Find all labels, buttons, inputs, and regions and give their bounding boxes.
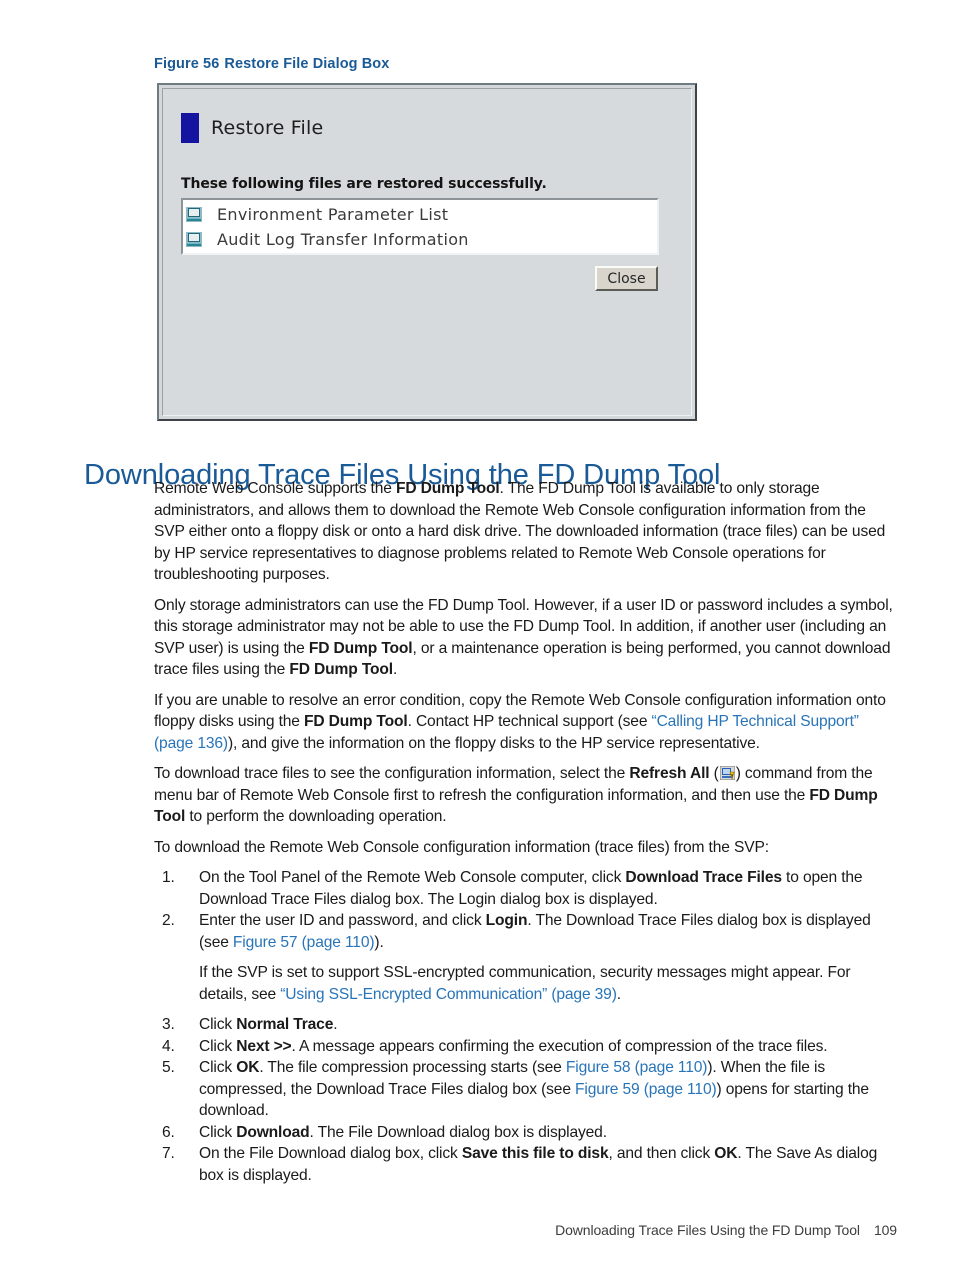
text-fragment: Click — [199, 1016, 237, 1033]
step-2-note: If the SVP is set to support SSL-encrypt… — [199, 962, 897, 1005]
body-content: Remote Web Console supports the FD Dump … — [154, 478, 897, 1186]
bold-term: OK — [714, 1145, 738, 1162]
page-footer: Downloading Trace Files Using the FD Dum… — [0, 1222, 954, 1238]
step-3: Click Normal Trace. — [154, 1014, 897, 1036]
dialog-title-row: Restore File — [181, 113, 323, 143]
dialog-color-swatch-icon — [181, 113, 199, 143]
step-4: Click Next >>. A message appears confirm… — [154, 1036, 897, 1058]
cross-reference-link-figure-58[interactable]: Figure 58 (page 110) — [566, 1059, 708, 1076]
footer-page-number: 109 — [873, 1222, 897, 1238]
text-fragment: Remote Web Console supports the — [154, 480, 396, 497]
text-fragment: , and then click — [608, 1145, 715, 1162]
procedure-step-list: On the Tool Panel of the Remote Web Cons… — [154, 867, 897, 1186]
cross-reference-link-figure-57[interactable]: Figure 57 (page 110) — [233, 934, 375, 951]
text-fragment: Click — [199, 1123, 237, 1141]
dialog-title: Restore File — [211, 117, 324, 139]
text-fragment: . The File Download dialog box is displa… — [309, 1123, 608, 1141]
dialog-inner-panel: Restore File These following files are r… — [162, 88, 692, 416]
file-name: Environment Parameter List — [217, 205, 449, 224]
restored-files-list[interactable]: Environment Parameter List Audit Log Tra… — [181, 198, 659, 255]
monitor-icon — [186, 232, 202, 247]
dialog-message: These following files are restored succe… — [181, 176, 547, 192]
text-fragment: to perform the downloading operation. — [185, 808, 447, 825]
step-7: On the File Download dialog box, click S… — [154, 1143, 897, 1186]
list-item[interactable]: Audit Log Transfer Information — [186, 227, 657, 252]
paragraph-2: Only storage administrators can use the … — [154, 595, 897, 681]
file-name: Audit Log Transfer Information — [217, 230, 469, 249]
text-fragment: ( — [709, 765, 719, 782]
text-fragment: . The file compression processing starts… — [259, 1059, 566, 1076]
footer-section-title: Downloading Trace Files Using the FD Dum… — [555, 1222, 860, 1238]
step-6: Click Download. The File Download dialog… — [154, 1122, 897, 1144]
bold-term: FD Dump Tool — [395, 480, 500, 497]
list-item[interactable]: Environment Parameter List — [186, 202, 657, 227]
text-fragment: To download trace files to see the confi… — [154, 765, 630, 782]
monitor-icon — [186, 207, 202, 222]
text-fragment: . — [616, 985, 621, 1003]
text-fragment: Click — [199, 1059, 237, 1076]
text-fragment: On the File Download dialog box, click — [199, 1145, 462, 1162]
close-button[interactable]: Close — [595, 266, 658, 291]
text-fragment: Click — [199, 1037, 237, 1055]
text-fragment: . — [392, 661, 398, 678]
bold-term: FD Dump Tool — [289, 661, 393, 678]
figure-caption: Figure 56 Restore File Dialog Box — [154, 56, 389, 72]
cross-reference-link-figure-59[interactable]: Figure 59 (page 110) — [575, 1081, 717, 1098]
bold-term: FD Dump Tool — [303, 713, 408, 730]
text-fragment: . Contact HP technical support (see — [407, 713, 652, 730]
refresh-all-icon — [719, 765, 736, 781]
text-fragment: ). — [374, 933, 384, 951]
bold-term: Next >> — [236, 1037, 292, 1055]
restore-file-dialog: Restore File These following files are r… — [157, 83, 697, 421]
text-fragment: Enter the user ID and password, and clic… — [199, 912, 486, 929]
bold-term: Normal Trace — [236, 1016, 334, 1033]
figure-title: Restore File Dialog Box — [224, 56, 390, 72]
step-2: Enter the user ID and password, and clic… — [154, 910, 897, 1005]
text-fragment: On the Tool Panel of the Remote Web Cons… — [199, 869, 626, 886]
text-fragment: ), and give the information on the flopp… — [227, 734, 760, 752]
bold-term: FD Dump Tool — [308, 639, 413, 657]
bold-term: Save this file to disk — [461, 1145, 609, 1162]
bold-term: OK — [236, 1059, 260, 1076]
bold-term: Download Trace Files — [625, 869, 782, 886]
step-5: Click OK. The file compression processin… — [154, 1057, 897, 1122]
bold-term: Download — [236, 1123, 310, 1141]
figure-number: Figure 56 — [154, 56, 220, 72]
text-fragment: . — [333, 1016, 338, 1033]
bold-term: Login — [485, 912, 528, 929]
paragraph-3: If you are unable to resolve an error co… — [154, 690, 897, 755]
bold-term: Refresh All — [629, 765, 710, 782]
document-page: Figure 56 Restore File Dialog Box Restore… — [0, 0, 954, 1271]
step-1: On the Tool Panel of the Remote Web Cons… — [154, 867, 897, 910]
paragraph-1: Remote Web Console supports the FD Dump … — [154, 478, 897, 586]
paragraph-5: To download the Remote Web Console confi… — [154, 838, 769, 856]
cross-reference-link-ssl-communication[interactable]: “Using SSL-Encrypted Communication” (pag… — [280, 986, 617, 1003]
paragraph-4: To download trace files to see the confi… — [154, 763, 897, 828]
text-fragment: . A message appears confirming the execu… — [291, 1037, 828, 1055]
